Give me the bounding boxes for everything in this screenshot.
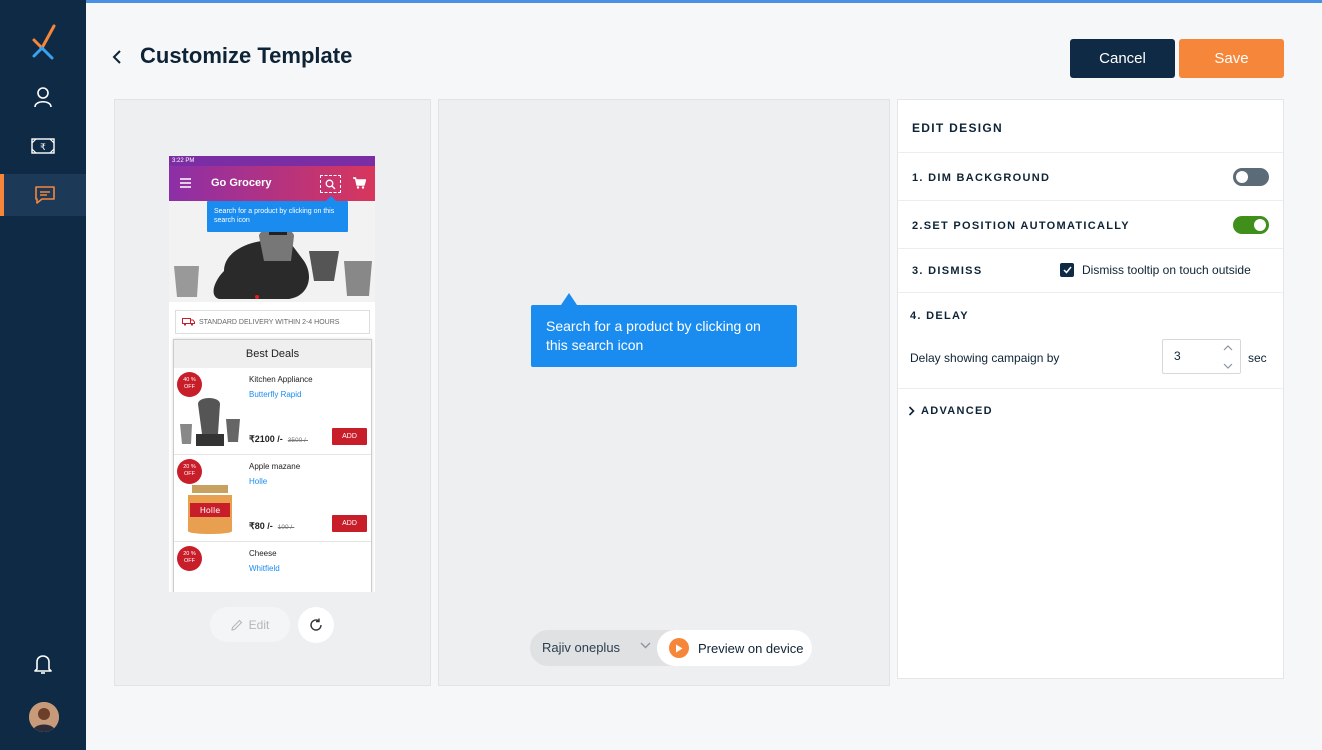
- delivery-text: STANDARD DELIVERY WITHIN 2-4 HOURS: [199, 318, 340, 326]
- dismiss-option-label: Dismiss tooltip on touch outside: [1082, 263, 1251, 277]
- product-name: Kitchen Appliance: [249, 375, 313, 384]
- dim-background-row: 1. DIM BACKGROUND: [898, 153, 1283, 201]
- add-button: ADD: [332, 428, 367, 445]
- edit-design-heading: EDIT DESIGN: [912, 121, 1003, 135]
- device-name: Rajiv oneplus: [542, 640, 621, 655]
- product-price: ₹80 /- 100 /-: [249, 521, 295, 531]
- play-icon: [669, 638, 689, 658]
- preview-label: Preview on device: [698, 640, 804, 656]
- edit-design-header: EDIT DESIGN: [898, 100, 1283, 153]
- phone-search-target: [320, 175, 341, 193]
- dismiss-label: 3. DISMISS: [912, 265, 983, 277]
- phone-app-bar: Go Grocery: [169, 166, 375, 201]
- product-old-price: 100 /-: [277, 524, 295, 531]
- dismiss-row: 3. DISMISS Dismiss tooltip on touch outs…: [898, 249, 1283, 293]
- refresh-icon: [310, 618, 322, 631]
- avatar[interactable]: [29, 702, 59, 732]
- delivery-banner: STANDARD DELIVERY WITHIN 2-4 HOURS: [175, 310, 370, 334]
- sidebar-item-notifications[interactable]: [0, 643, 86, 685]
- product-image: [178, 568, 244, 592]
- device-selector[interactable]: Rajiv oneplus Preview on device: [530, 630, 812, 666]
- product-brand: Whitfield: [249, 564, 280, 573]
- add-button: ADD: [332, 515, 367, 532]
- advanced-toggle[interactable]: ADVANCED: [908, 403, 993, 419]
- set-position-row: 2.SET POSITION AUTOMATICALLY: [898, 201, 1283, 249]
- dismiss-checkbox[interactable]: [1060, 263, 1074, 277]
- cart-icon: [353, 177, 366, 189]
- tooltip-preview: Search for a product by clicking on this…: [531, 305, 797, 367]
- message-icon: [35, 186, 55, 204]
- money-icon: ₹: [31, 138, 55, 154]
- set-position-label: 2.SET POSITION AUTOMATICALLY: [912, 220, 1130, 232]
- product-brand: Butterfly Rapid: [249, 390, 302, 399]
- best-deals-title: Best Deals: [174, 340, 371, 368]
- delay-description: Delay showing campaign by: [910, 351, 1060, 365]
- phone-screenshot: 3:22 PM Go Grocery Search for a product …: [169, 156, 375, 592]
- dim-background-label: 1. DIM BACKGROUND: [912, 172, 1051, 184]
- sidebar: ₹: [0, 0, 86, 750]
- set-position-toggle[interactable]: [1233, 216, 1269, 234]
- phone-tooltip: Search for a product by clicking on this…: [207, 201, 348, 232]
- cancel-button[interactable]: Cancel: [1070, 39, 1175, 78]
- top-accent-line: [0, 0, 1322, 3]
- chevron-right-icon: [908, 406, 915, 416]
- sidebar-item-users[interactable]: [0, 76, 86, 118]
- chevron-down-icon: [640, 642, 651, 649]
- phone-app-title: Go Grocery: [211, 177, 272, 189]
- delay-row: 4. DELAY Delay showing campaign by 3 sec: [898, 293, 1283, 389]
- best-deals-card: Best Deals 40 % OFF Kitchen Appliance But…: [173, 339, 372, 592]
- delay-input[interactable]: 3: [1162, 339, 1241, 374]
- check-icon: [1062, 266, 1072, 274]
- user-icon: [34, 87, 52, 108]
- product-item: 20 % OFF Holle Apple mazane Holle ₹80 /- 1…: [174, 455, 371, 542]
- sidebar-item-messages[interactable]: [0, 174, 86, 216]
- back-button[interactable]: [106, 44, 128, 70]
- delay-unit: sec: [1248, 351, 1267, 365]
- svg-text:Holle: Holle: [200, 506, 220, 515]
- sidebar-item-billing[interactable]: ₹: [0, 125, 86, 167]
- preview-on-device-button[interactable]: Preview on device: [657, 630, 812, 666]
- refresh-button[interactable]: [298, 607, 334, 643]
- stepper-icon[interactable]: [1223, 344, 1233, 370]
- bell-icon: [34, 655, 52, 674]
- menu-icon: [180, 178, 191, 188]
- delay-label: 4. DELAY: [910, 310, 969, 322]
- edit-button[interactable]: Edit: [210, 607, 290, 642]
- product-item: 20 % OFF Cheese Whitfield: [174, 542, 371, 592]
- product-image: [180, 398, 240, 446]
- product-name: Apple mazane: [249, 462, 301, 471]
- product-old-price: 3500 /-: [287, 437, 308, 444]
- search-icon: [325, 179, 336, 190]
- logo-icon[interactable]: [28, 20, 60, 62]
- phone-status-bar: 3:22 PM: [169, 156, 375, 166]
- edit-label: Edit: [248, 617, 270, 632]
- product-item: 40 % OFF Kitchen Appliance Butterfly Rapi…: [174, 368, 371, 455]
- product-price: ₹2100 /- 3500 /-: [249, 434, 308, 444]
- tooltip-preview-panel: [438, 99, 890, 686]
- product-name: Cheese: [249, 549, 277, 558]
- status-time: 3:22 PM: [172, 158, 195, 164]
- chevron-left-icon: [112, 50, 121, 64]
- product-image: Holle: [188, 485, 232, 534]
- dim-background-toggle[interactable]: [1233, 168, 1269, 186]
- save-button[interactable]: Save: [1179, 39, 1284, 78]
- product-brand: Holle: [249, 477, 268, 486]
- pencil-icon: [230, 619, 242, 631]
- tooltip-arrow: [561, 293, 577, 305]
- svg-text:₹: ₹: [40, 143, 46, 153]
- truck-icon: [182, 318, 195, 326]
- page-title: Customize Template: [140, 43, 353, 68]
- delay-value: 3: [1174, 349, 1181, 363]
- advanced-label: ADVANCED: [921, 405, 993, 417]
